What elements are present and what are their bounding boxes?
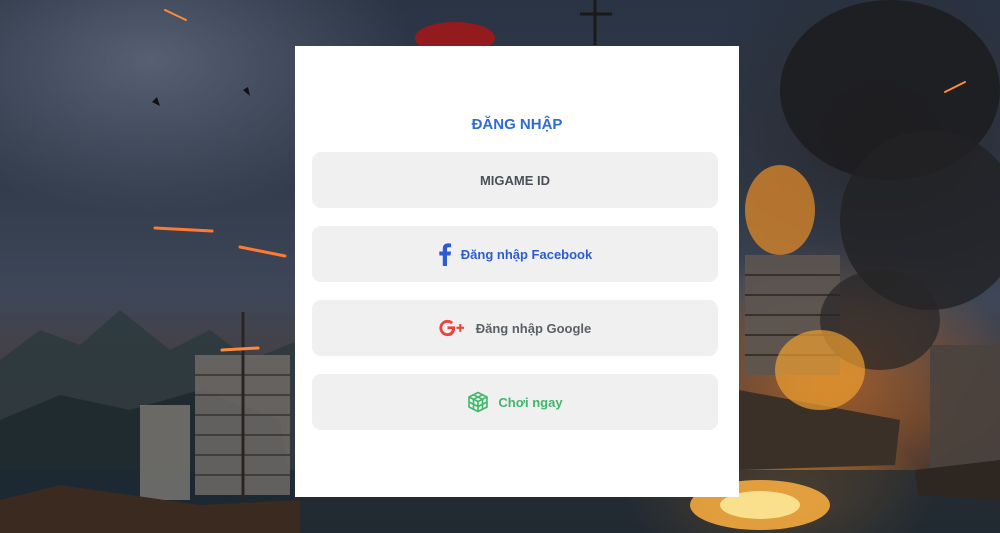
play-now-button[interactable]: Chơi ngay (312, 374, 718, 430)
play-now-label: Chơi ngay (498, 394, 563, 410)
migame-id-label: MIGAME ID (479, 172, 551, 188)
facebook-login-button[interactable]: Đăng nhập Facebook (312, 226, 718, 282)
login-panel: ĐĂNG NHẬP MIGAME ID Đăng nhập Facebook Đ… (295, 46, 739, 497)
login-title: ĐĂNG NHẬP (471, 116, 563, 133)
game-background: ĐĂNG NHẬP MIGAME ID Đăng nhập Facebook Đ… (0, 0, 1000, 533)
google-login-button[interactable]: Đăng nhập Google (312, 300, 718, 356)
facebook-login-label: Đăng nhập Facebook (460, 246, 593, 262)
facebook-icon (438, 242, 452, 266)
migame-id-button[interactable]: MIGAME ID (312, 152, 718, 208)
cube-icon (467, 391, 489, 413)
google-plus-icon (439, 319, 467, 337)
google-login-label: Đăng nhập Google (475, 320, 592, 336)
